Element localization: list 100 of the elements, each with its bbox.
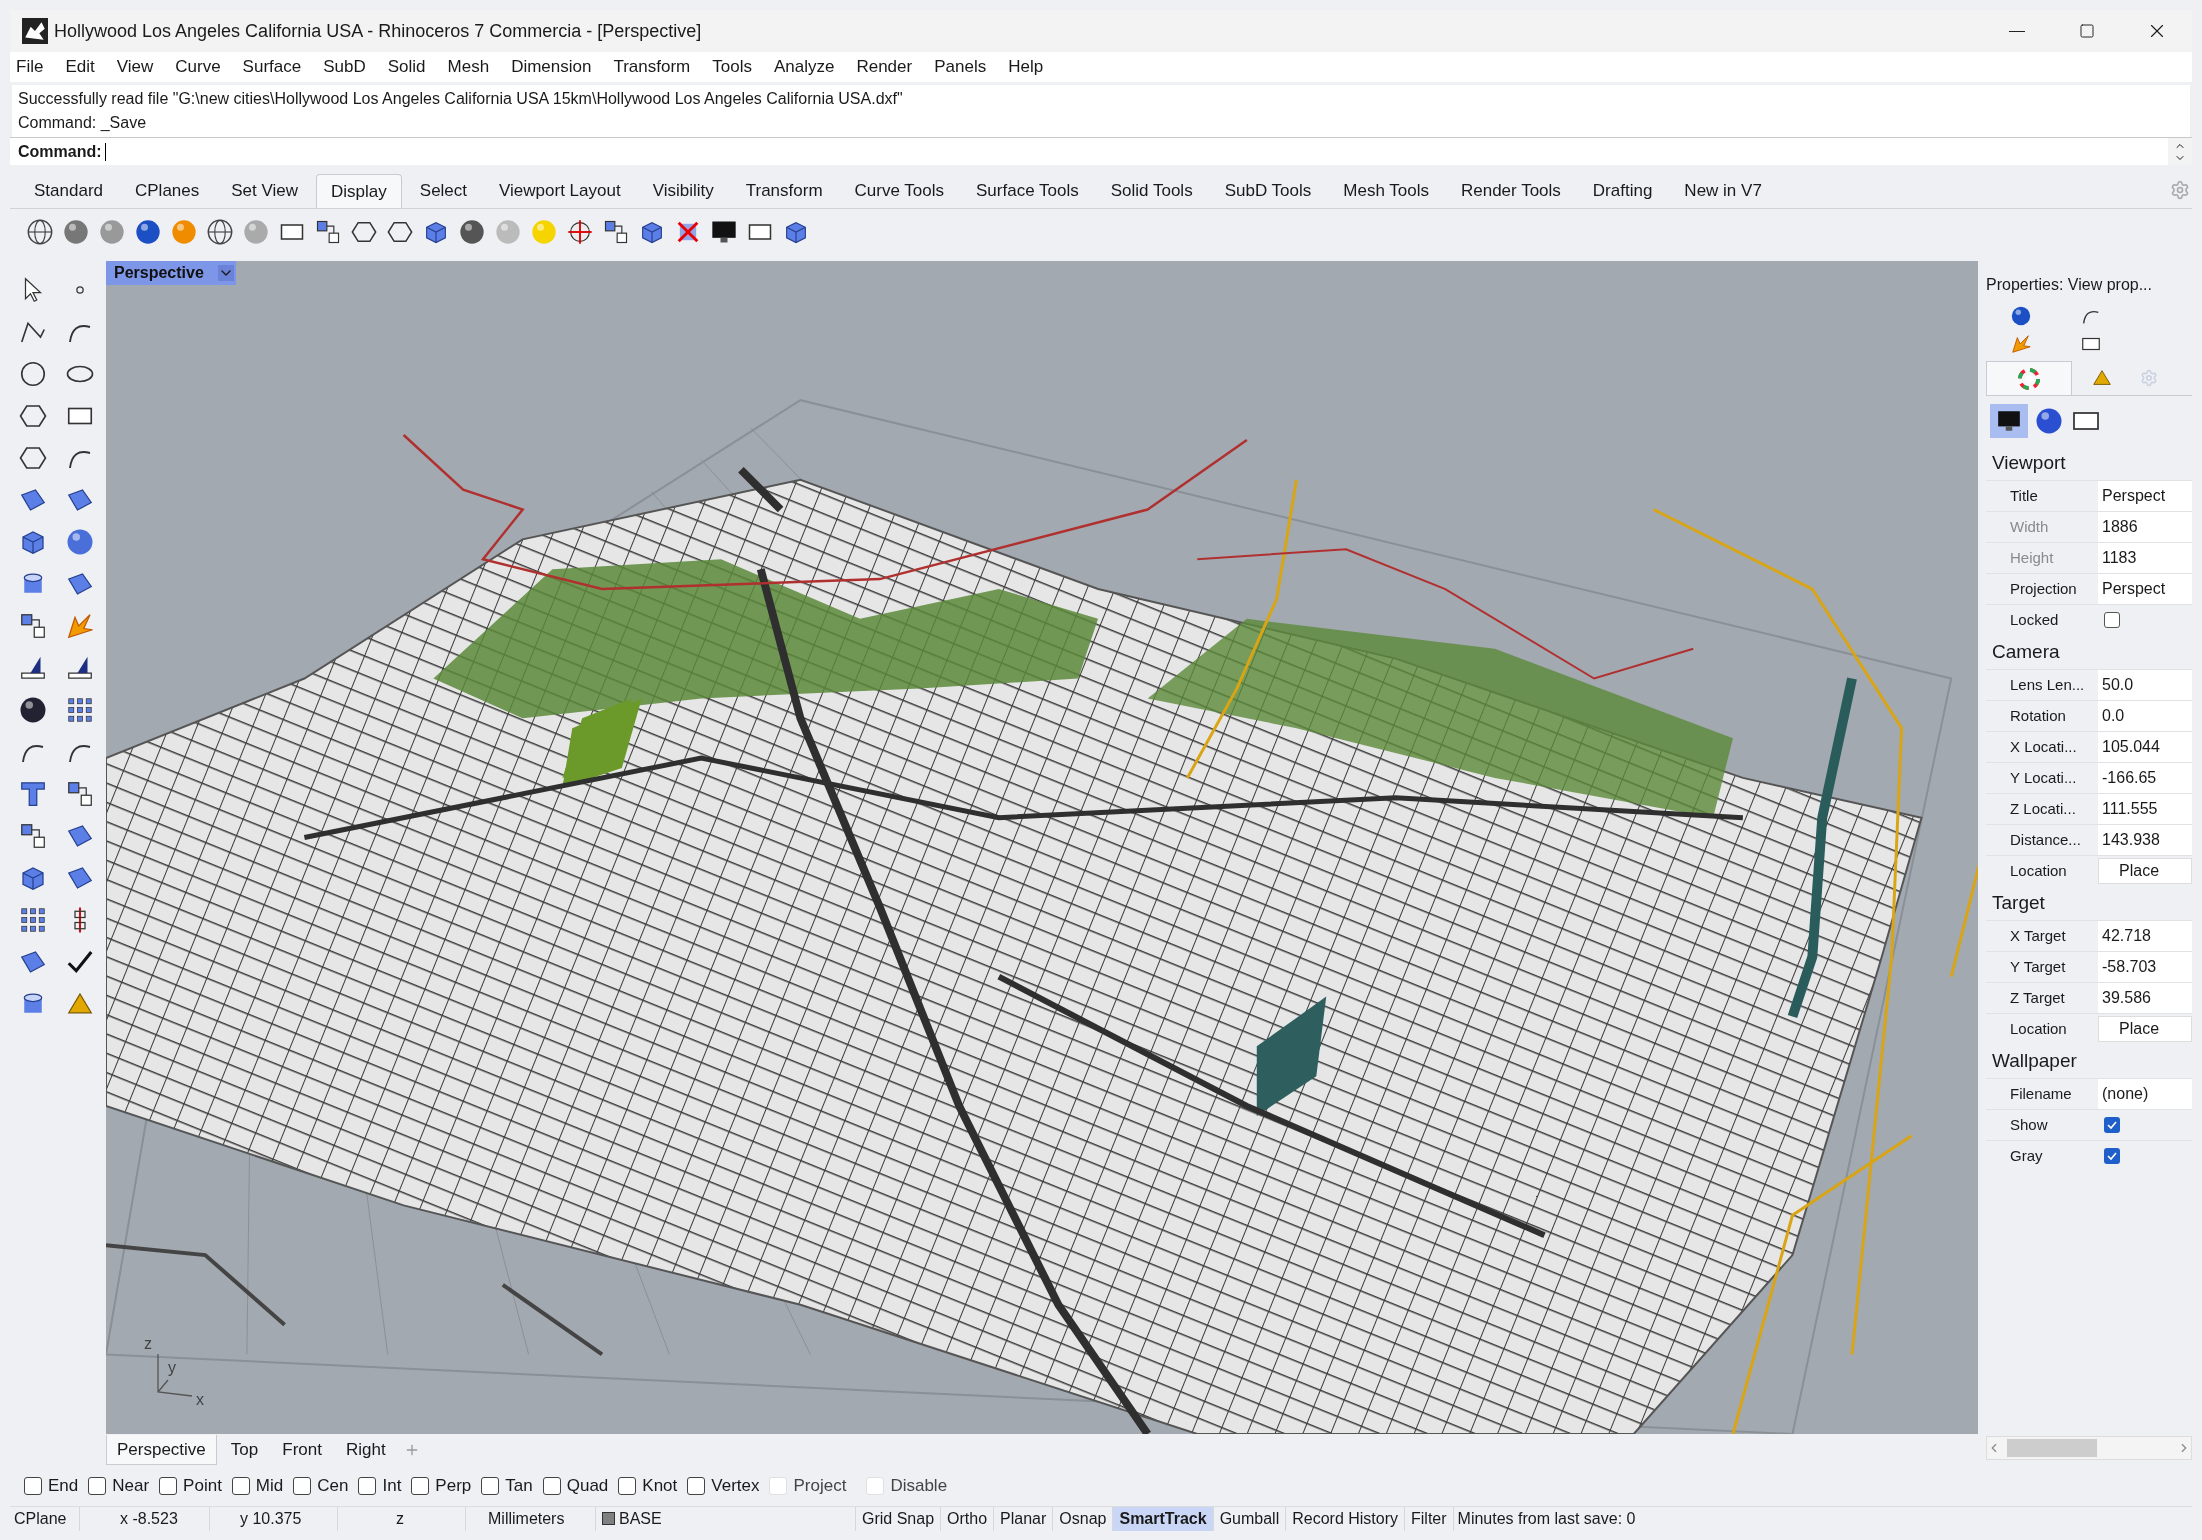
layer-name[interactable]: BASE bbox=[619, 1506, 855, 1531]
horizontal-scrollbar[interactable] bbox=[1986, 1436, 2192, 1460]
toolbar-tab[interactable]: Render Tools bbox=[1446, 174, 1575, 208]
property-value[interactable]: 39.586 bbox=[2098, 983, 2192, 1013]
property-value[interactable]: 105.044 bbox=[2098, 732, 2192, 762]
sphere-icon[interactable] bbox=[134, 218, 162, 246]
sphere-icon[interactable] bbox=[2010, 305, 2032, 327]
sphere-icon[interactable] bbox=[62, 218, 90, 246]
viewport-tab[interactable]: Right bbox=[335, 1435, 396, 1465]
osnap-checkbox[interactable] bbox=[618, 1477, 637, 1495]
toolbar-tab[interactable]: Standard bbox=[20, 174, 117, 208]
checkbox[interactable] bbox=[2104, 1148, 2120, 1164]
osnap-checkbox[interactable] bbox=[411, 1477, 430, 1495]
property-value[interactable]: (none) bbox=[2098, 1079, 2192, 1109]
place-button[interactable]: Place bbox=[2098, 858, 2192, 884]
viewport-tab[interactable]: Perspective bbox=[106, 1435, 217, 1465]
viewport[interactable]: Perspective z y x bbox=[106, 261, 1978, 1434]
circles-icon[interactable] bbox=[18, 695, 48, 725]
osnap-checkbox[interactable] bbox=[88, 1477, 107, 1495]
property-value[interactable]: -58.703 bbox=[2098, 952, 2192, 982]
place-button[interactable]: Place bbox=[2098, 1016, 2192, 1042]
property-value[interactable]: 143.938 bbox=[2098, 825, 2192, 855]
menu-item[interactable]: Transform bbox=[613, 54, 691, 80]
menu-item[interactable]: Surface bbox=[242, 54, 302, 80]
dots-icon[interactable] bbox=[65, 695, 95, 725]
crosshair-icon[interactable] bbox=[566, 218, 594, 246]
menu-item[interactable]: File bbox=[16, 54, 44, 80]
menu-item[interactable]: Curve bbox=[175, 54, 221, 80]
property-value[interactable]: -166.65 bbox=[2098, 763, 2192, 793]
toolbar-tab[interactable]: New in V7 bbox=[1670, 174, 1776, 208]
status-toggle[interactable]: Grid Snap bbox=[855, 1506, 941, 1531]
menu-item[interactable]: Edit bbox=[65, 54, 95, 80]
menu-item[interactable]: Help bbox=[1008, 54, 1044, 80]
property-value[interactable]: Perspect bbox=[2098, 481, 2192, 511]
toolbar-tab[interactable]: Transform bbox=[731, 174, 837, 208]
toolbar-tab[interactable]: Viewport Layout bbox=[485, 174, 635, 208]
status-cell[interactable]: CPlane bbox=[10, 1506, 80, 1531]
property-value[interactable]: 42.718 bbox=[2098, 921, 2192, 951]
osnap-checkbox[interactable] bbox=[293, 1477, 312, 1495]
osnap-checkbox[interactable] bbox=[159, 1477, 178, 1495]
layer-swatch[interactable] bbox=[602, 1512, 615, 1525]
spheres-icon[interactable] bbox=[2034, 406, 2064, 436]
status-toggle[interactable]: SmartTrack bbox=[1112, 1506, 1213, 1531]
osnap-label: Knot bbox=[642, 1475, 678, 1498]
panel-tab[interactable] bbox=[1986, 361, 2072, 395]
sphere-icon[interactable] bbox=[458, 218, 486, 246]
explosion-icon[interactable] bbox=[65, 611, 95, 641]
grid-icon[interactable] bbox=[18, 905, 48, 935]
property-label: Gray bbox=[2010, 1145, 2043, 1166]
camera-button[interactable] bbox=[1990, 404, 2028, 438]
viewport-tab[interactable]: Front bbox=[272, 1435, 332, 1465]
text-icon[interactable] bbox=[18, 779, 48, 809]
status-cell[interactable]: Millimeters bbox=[466, 1506, 596, 1531]
toolbar-tab[interactable]: Set View bbox=[217, 174, 313, 208]
property-value[interactable]: 0.0 bbox=[2098, 701, 2192, 731]
wireframe-sphere-icon[interactable] bbox=[26, 218, 54, 246]
viewport-title-tab[interactable]: Perspective bbox=[106, 261, 236, 285]
menu-item[interactable]: Tools bbox=[712, 54, 752, 80]
property-value[interactable]: 50.0 bbox=[2098, 670, 2192, 700]
toolbar-tab[interactable]: Drafting bbox=[1578, 174, 1667, 208]
toolbar-tab[interactable]: Mesh Tools bbox=[1329, 174, 1443, 208]
dropdown-caret-icon[interactable] bbox=[217, 265, 234, 281]
spheres-icon[interactable] bbox=[65, 527, 95, 557]
menu-item[interactable]: Analyze bbox=[773, 54, 835, 80]
osnap-checkbox[interactable] bbox=[481, 1477, 500, 1495]
osnap-checkbox[interactable] bbox=[24, 1477, 42, 1495]
menu-item[interactable]: Mesh bbox=[447, 54, 490, 80]
toolbar-tab[interactable]: Visibility bbox=[638, 174, 728, 208]
status-toggle[interactable]: Gumball bbox=[1212, 1506, 1286, 1531]
status-toggle[interactable]: Planar bbox=[993, 1506, 1053, 1531]
menu-item[interactable]: View bbox=[116, 54, 154, 80]
property-label: Locked bbox=[2010, 609, 2059, 630]
checkbox[interactable] bbox=[2104, 612, 2120, 628]
toolbar-tab[interactable]: Surface Tools bbox=[962, 174, 1093, 208]
menu-item[interactable]: Panels bbox=[934, 54, 987, 80]
menu-item[interactable]: SubD bbox=[323, 54, 366, 80]
toolbar-tab[interactable]: SubD Tools bbox=[1210, 174, 1326, 208]
scrollbar-thumb[interactable] bbox=[2007, 1439, 2097, 1457]
toolbar-tab[interactable]: Select bbox=[405, 174, 482, 208]
property-value[interactable]: Perspect bbox=[2098, 574, 2192, 604]
osnap-checkbox[interactable] bbox=[542, 1477, 561, 1495]
osnap-checkbox[interactable] bbox=[358, 1477, 377, 1495]
menu-item[interactable]: Render bbox=[856, 54, 913, 80]
osnap-checkbox[interactable] bbox=[687, 1477, 706, 1495]
toolbar-tab[interactable]: CPlanes bbox=[121, 174, 214, 208]
viewport-tab[interactable]: Top bbox=[220, 1435, 269, 1465]
toolbar-tab[interactable]: Display bbox=[316, 174, 402, 208]
toolbar-tab[interactable]: Solid Tools bbox=[1096, 174, 1207, 208]
status-toggle[interactable]: Record History bbox=[1285, 1506, 1404, 1531]
osnap-checkbox[interactable] bbox=[231, 1477, 250, 1495]
status-toggle[interactable]: Filter bbox=[1404, 1506, 1453, 1531]
spin-control[interactable] bbox=[2168, 138, 2192, 165]
status-toggle[interactable]: Ortho bbox=[940, 1506, 994, 1531]
checkbox[interactable] bbox=[2104, 1117, 2120, 1133]
menu-item[interactable]: Dimension bbox=[511, 54, 592, 80]
wireframe-sphere-icon[interactable] bbox=[206, 218, 234, 246]
property-value[interactable]: 111.555 bbox=[2098, 794, 2192, 824]
toolbar-tab[interactable]: Curve Tools bbox=[840, 174, 959, 208]
menu-item[interactable]: Solid bbox=[387, 54, 426, 80]
circle-icon[interactable] bbox=[18, 359, 48, 389]
